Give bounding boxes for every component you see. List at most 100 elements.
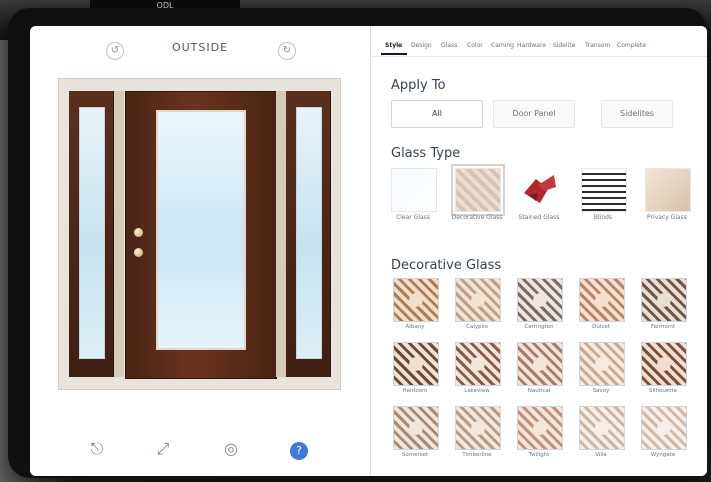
- decorative-glass-swatch: [579, 406, 625, 450]
- help-icon-glyph: ?: [290, 442, 308, 460]
- decorative-glass-label: Fairmont: [650, 324, 676, 330]
- decorative-glass-option[interactable]: Heirloom: [389, 342, 441, 402]
- exit-icon[interactable]: ⎋: [84, 437, 110, 461]
- door-knob-top: [134, 228, 143, 237]
- door-glass: [156, 110, 246, 350]
- sidelite-right[interactable]: [286, 91, 331, 377]
- decorative-glass-option[interactable]: Timberline: [451, 406, 503, 466]
- tab-color[interactable]: Color: [467, 42, 483, 49]
- screen: ↺ OUTSIDE ↻ ⎋ ⤢ ◎ ? Style Design Glass C…: [30, 26, 707, 476]
- decorative-glass-label: Timberline: [462, 452, 492, 458]
- decorative-glass-swatch: [393, 278, 439, 322]
- tab-glass[interactable]: Glass: [441, 42, 457, 49]
- camera-icon[interactable]: ◎: [218, 437, 244, 461]
- blinds-icon: [581, 168, 627, 212]
- apply-to-options: All Door Panel Sidelites: [391, 100, 691, 130]
- decorative-glass-option[interactable]: Lakeview: [451, 342, 503, 402]
- active-tab-underline: [381, 53, 407, 55]
- decorative-glass-swatch: [517, 342, 563, 386]
- tab-style[interactable]: Style: [385, 42, 402, 49]
- decorative-glass-swatch: [517, 406, 563, 450]
- decorative-glass-label: Twilight: [528, 452, 550, 458]
- apply-sidelites-button[interactable]: Sidelites: [601, 100, 673, 128]
- stained-glass-icon: [517, 168, 563, 212]
- decorative-glass-label: Albany: [405, 324, 425, 330]
- glass-type-label: Stained Glass: [518, 214, 560, 221]
- decorative-glass-option[interactable]: Calypso: [451, 278, 503, 338]
- glass-type-label: Blinds: [593, 214, 613, 221]
- clear-glass-icon: [391, 168, 437, 212]
- decorative-glass-label: Calypso: [466, 324, 488, 330]
- decorative-glass-option[interactable]: Dulcet: [575, 278, 627, 338]
- stained-glass-icon: [524, 175, 556, 203]
- glass-type-decorative[interactable]: Decorative Glass: [449, 164, 505, 228]
- decorative-glass-grid: Albany Calypso Carrington Dulcet Fairmont Hei…: [389, 278, 701, 474]
- decorative-glass-swatch: [641, 406, 687, 450]
- glass-type-title: Glass Type: [391, 146, 461, 161]
- decorative-glass-swatch: [455, 406, 501, 450]
- options-panel: Style Design Glass Color Caming Hardware…: [370, 26, 707, 476]
- decorative-glass-title: Decorative Glass: [391, 258, 502, 273]
- door-frame: [58, 78, 341, 390]
- door-slab[interactable]: [125, 91, 277, 379]
- glass-type-blinds[interactable]: Blinds: [575, 168, 631, 228]
- apply-all-button[interactable]: All: [391, 100, 483, 128]
- tab-hardware[interactable]: Hardware: [517, 42, 546, 49]
- glass-type-label: Clear Glass: [396, 214, 430, 221]
- mullion-left: [114, 91, 124, 377]
- rotate-right-icon[interactable]: ↻: [278, 42, 296, 60]
- glass-type-privacy[interactable]: Privacy Glass: [639, 168, 695, 228]
- glass-type-stained[interactable]: Stained Glass: [511, 168, 567, 228]
- decorative-glass-swatch: [641, 342, 687, 386]
- decorative-glass-label: Somerset: [401, 452, 429, 458]
- decorative-glass-swatch: [455, 278, 501, 322]
- decorative-glass-option[interactable]: Savoy: [575, 342, 627, 402]
- decorative-glass-label: Carrington: [524, 324, 554, 330]
- tablet-frame: ↺ OUTSIDE ↻ ⎋ ⤢ ◎ ? Style Design Glass C…: [8, 8, 707, 478]
- decorative-glass-label: Nautical: [527, 388, 551, 394]
- view-title: OUTSIDE: [171, 41, 229, 54]
- apply-door-panel-button[interactable]: Door Panel: [493, 100, 575, 128]
- glass-type-label: Decorative Glass: [451, 214, 503, 221]
- help-icon[interactable]: ?: [286, 437, 312, 461]
- tab-transom[interactable]: Transom: [585, 42, 610, 49]
- mullion-right: [276, 91, 286, 377]
- decorative-glass-label: Dulcet: [592, 324, 610, 330]
- decorative-glass-label: Villa: [595, 452, 607, 458]
- glass-type-label: Privacy Glass: [647, 214, 687, 221]
- door-knob-bottom: [134, 248, 143, 257]
- decorative-glass-option[interactable]: Fairmont: [637, 278, 689, 338]
- tab-complete[interactable]: Complete: [617, 42, 646, 49]
- decorative-glass-option[interactable]: Carrington: [513, 278, 565, 338]
- decorative-glass-swatch: [579, 278, 625, 322]
- sidelite-left[interactable]: [69, 91, 114, 377]
- decorative-glass-label: Heirloom: [402, 388, 428, 394]
- decorative-glass-swatch: [517, 278, 563, 322]
- door-preview-panel: ↺ OUTSIDE ↻ ⎋ ⤢ ◎ ?: [30, 26, 370, 476]
- decorative-glass-option[interactable]: Nautical: [513, 342, 565, 402]
- decorative-glass-label: Lakeview: [464, 388, 490, 394]
- decorative-glass-label: Wyngate: [650, 452, 676, 458]
- apply-to-title: Apply To: [391, 78, 446, 93]
- decorative-glass-option[interactable]: Albany: [389, 278, 441, 338]
- decorative-glass-option[interactable]: Silhouette: [637, 342, 689, 402]
- expand-icon[interactable]: ⤢: [150, 437, 176, 461]
- tab-design[interactable]: Design: [411, 42, 432, 49]
- tab-sidelite[interactable]: Sidelite: [553, 42, 575, 49]
- glass-type-clear[interactable]: Clear Glass: [385, 168, 441, 228]
- decorative-glass-swatch: [455, 342, 501, 386]
- decorative-glass-option[interactable]: Somerset: [389, 406, 441, 466]
- glass-type-options: Clear Glass Decorative Glass Stained Gla: [385, 164, 705, 228]
- sidelite-left-glass: [79, 107, 105, 359]
- sidelite-right-glass: [296, 107, 322, 359]
- decorative-glass-label: Silhouette: [649, 388, 677, 394]
- tab-caming[interactable]: Caming: [491, 42, 514, 49]
- decorative-glass-option[interactable]: Wyngate: [637, 406, 689, 466]
- decorative-glass-swatch: [641, 278, 687, 322]
- decorative-glass-option[interactable]: Twilight: [513, 406, 565, 466]
- step-tabs: Style Design Glass Color Caming Hardware…: [371, 36, 707, 57]
- decorative-glass-icon: [451, 164, 505, 216]
- decorative-glass-option[interactable]: Villa: [575, 406, 627, 466]
- privacy-glass-icon: [645, 168, 691, 212]
- rotate-left-icon[interactable]: ↺: [106, 42, 124, 60]
